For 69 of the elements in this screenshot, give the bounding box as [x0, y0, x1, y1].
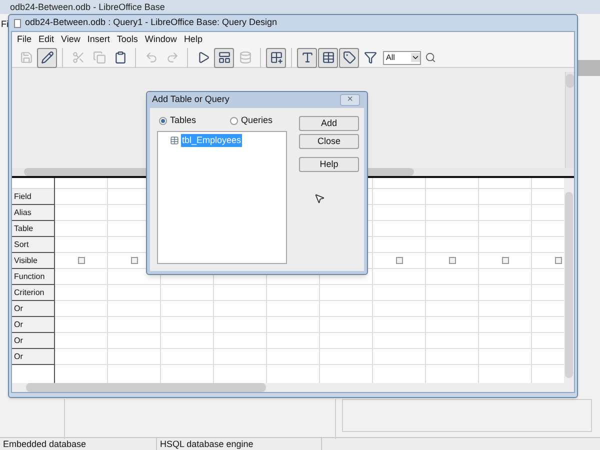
row-header: Or — [12, 349, 54, 365]
menu-item[interactable]: File — [17, 33, 32, 47]
visible-checkbox[interactable] — [502, 257, 508, 264]
menu-item[interactable]: Fi — [1, 18, 8, 32]
visible-checkbox[interactable] — [554, 257, 562, 264]
status-text: HSQL database engine — [157, 438, 322, 450]
dropdown-arrow-icon — [411, 53, 420, 62]
dialog-button[interactable]: Add — [299, 116, 359, 131]
table-icon — [170, 136, 179, 145]
table-icon — [322, 51, 334, 64]
menu-item[interactable]: Insert — [87, 33, 110, 47]
toolbar-button[interactable] — [266, 48, 286, 68]
save-icon — [20, 51, 32, 64]
tag-icon — [342, 51, 356, 64]
window-title: odb24-Between.odb : Query1 - LibreOffice Base: Query Design — [25, 16, 277, 30]
row-header: Function — [12, 269, 54, 285]
window-title: odb24-Between.odb - LibreOffice Base — [0, 0, 600, 14]
visible-checkbox[interactable] — [396, 257, 402, 264]
menu-item[interactable]: Help — [184, 33, 202, 47]
copy-icon — [92, 51, 106, 64]
scissors-icon — [72, 51, 84, 64]
mouse-pointer-icon — [314, 193, 325, 204]
toolbar-button[interactable] — [214, 48, 234, 68]
row-header: Table — [12, 221, 54, 237]
pencil-icon — [40, 51, 54, 64]
limit-dropdown[interactable]: All — [383, 50, 421, 64]
row-header: Alias — [12, 205, 54, 221]
horizontal-scrollbar[interactable] — [12, 383, 564, 392]
search-icon[interactable] — [425, 52, 436, 63]
row-header: Field — [12, 189, 54, 205]
toolbar-button[interactable] — [318, 48, 338, 68]
dialog-title: Add Table or Query — [152, 93, 230, 106]
status-text: Embedded database — [0, 438, 157, 450]
function-icon — [300, 51, 314, 64]
redo-icon — [166, 51, 178, 64]
row-header: Or — [12, 333, 54, 349]
panel-header — [578, 60, 600, 76]
visible-checkbox[interactable] — [130, 257, 138, 264]
vertical-scrollbar[interactable] — [565, 72, 574, 168]
row-header: Visible — [12, 253, 54, 269]
close-button[interactable]: × — [340, 94, 360, 106]
add-table-icon — [270, 51, 282, 64]
row-header: Sort — [12, 237, 54, 253]
row-header: Criterion — [12, 285, 54, 301]
radio-button[interactable] — [159, 116, 167, 125]
menu-item[interactable]: Tools — [116, 33, 138, 47]
dialog-button[interactable]: Close — [299, 134, 359, 149]
row-header: Or — [12, 301, 54, 317]
menu-item[interactable]: View — [61, 33, 80, 47]
menu-item[interactable]: Window — [144, 33, 177, 47]
radio-button[interactable] — [230, 116, 238, 125]
toolbar-button[interactable] — [297, 48, 317, 68]
radio-label: Queries — [241, 114, 273, 127]
filter-icon — [364, 51, 376, 64]
vertical-scrollbar[interactable] — [564, 178, 574, 392]
clipboard-icon — [114, 51, 126, 64]
run-icon — [196, 51, 210, 64]
design-view-icon — [218, 51, 230, 64]
toolbar-button[interactable] — [339, 48, 359, 68]
undo-icon — [144, 51, 158, 64]
visible-checkbox[interactable] — [448, 257, 456, 264]
radio-label: Tables — [170, 114, 196, 127]
row-header: Or — [12, 317, 54, 333]
menu-item[interactable]: Edit — [38, 33, 54, 47]
document-icon — [14, 18, 21, 28]
visible-checkbox[interactable] — [78, 257, 84, 264]
dialog-button[interactable]: Help — [299, 157, 359, 172]
toolbar-button[interactable] — [37, 48, 57, 68]
database-icon — [238, 51, 252, 64]
